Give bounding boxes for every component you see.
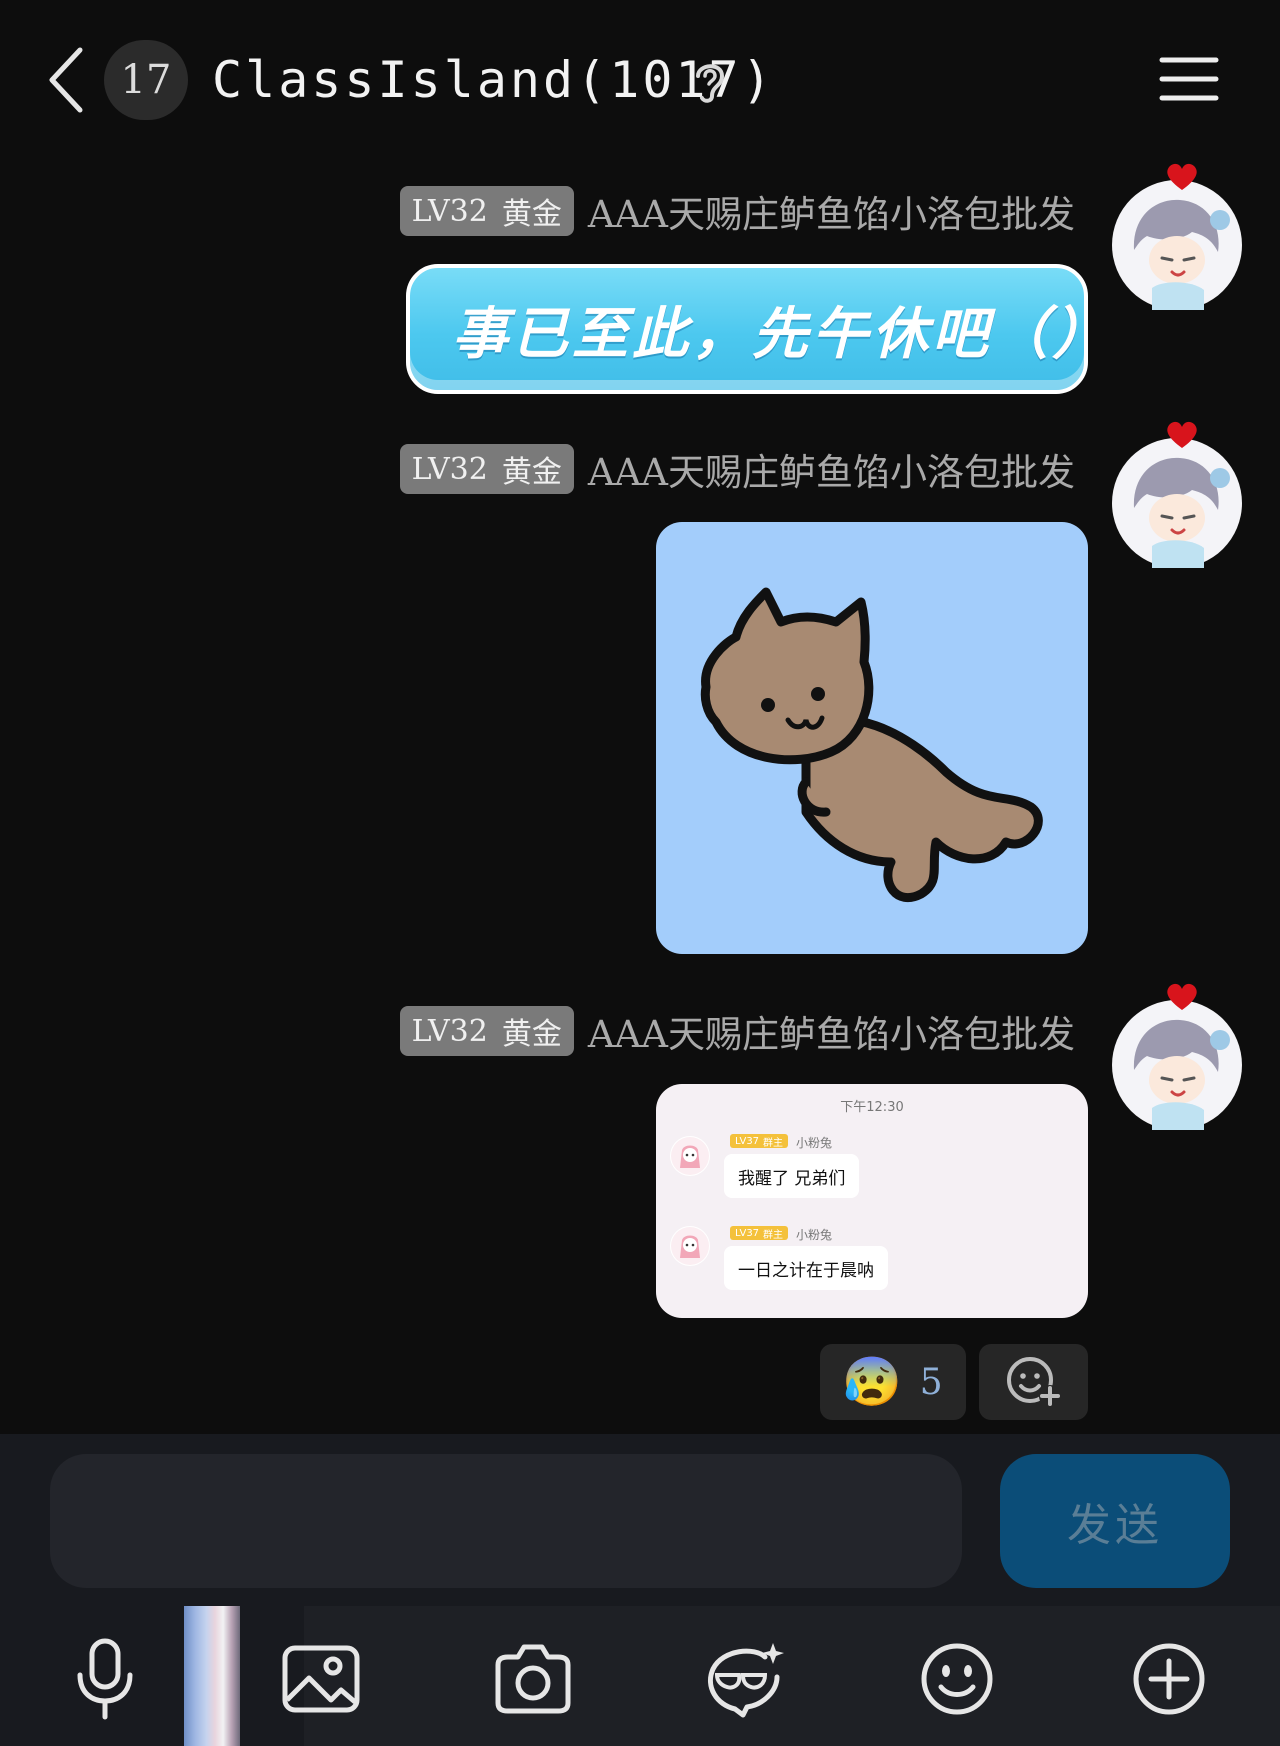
sender-avatar[interactable] — [1112, 983, 1242, 1130]
screenshot-tag-level: LV37 — [735, 1135, 760, 1147]
unread-count-badge[interactable]: 17 — [104, 40, 188, 120]
emoji-button[interactable] — [912, 1634, 1002, 1724]
screenshot-avatar — [670, 1226, 710, 1266]
level-badge: LV32 黄金 — [399, 1006, 574, 1056]
level-text: LV32 — [411, 1013, 488, 1049]
message-input[interactable] — [50, 1454, 962, 1588]
message-sender-line: LV32 黄金 AAA天赐庄鲈鱼馅小洛包批发 — [399, 1004, 1075, 1058]
heart-decoration-icon — [1167, 983, 1197, 1010]
add-reaction-button[interactable] — [979, 1344, 1088, 1420]
image-icon — [282, 1645, 360, 1713]
message-sender-line: LV32 黄金 AAA天赐庄鲈鱼馅小洛包批发 — [399, 184, 1075, 238]
screenshot-message-bubble: 我醒了 兄弟们 — [724, 1154, 860, 1198]
anxious-face-emoji: 😰 — [842, 1354, 902, 1410]
plus-icon — [1133, 1643, 1205, 1715]
input-area: 发送 — [0, 1434, 1280, 1746]
text-message-bubble[interactable]: 事已至此，先午休吧（） — [406, 264, 1112, 394]
screenshot-role-tag: LV37 群主 — [730, 1226, 789, 1241]
sticker-icon — [708, 1643, 784, 1718]
level-badge: LV32 黄金 — [399, 444, 574, 494]
sender-avatar[interactable] — [1112, 163, 1242, 310]
screenshot-sender-name: 小粉兔 — [796, 1228, 833, 1242]
reaction-count: 5 — [919, 1361, 943, 1403]
emoji-icon — [921, 1643, 993, 1715]
sender-name[interactable]: AAA天赐庄鲈鱼馅小洛包批发 — [588, 184, 1075, 238]
screenshot-tag-role: 群主 — [763, 1229, 784, 1241]
level-text: LV32 — [411, 193, 488, 229]
chevron-left-icon — [49, 47, 83, 113]
lying-cat-sticker-icon — [700, 587, 1043, 902]
anime-girl-avatar-icon — [1113, 1001, 1241, 1130]
menu-button[interactable] — [1158, 54, 1220, 104]
rank-text: 黄金 — [501, 455, 562, 490]
sticker-button[interactable] — [700, 1634, 790, 1724]
message-sender-line: LV32 黄金 AAA天赐庄鲈鱼馅小洛包批发 — [399, 442, 1075, 496]
camera-button[interactable] — [488, 1634, 578, 1724]
heart-decoration-icon — [1167, 163, 1197, 190]
plus-button[interactable] — [1124, 1634, 1214, 1724]
ear-icon[interactable] — [690, 56, 730, 106]
image-message[interactable]: 下午12:30 LV37 群主 小粉兔 我醒了 兄弟们 LV37 群主 小粉兔 … — [656, 1084, 1088, 1318]
anime-girl-avatar-icon — [1113, 439, 1241, 568]
level-text: LV32 — [411, 451, 488, 487]
emoji-reaction[interactable]: 😰 5 — [820, 1344, 966, 1420]
screenshot-role-tag: LV37 群主 — [730, 1134, 789, 1149]
screenshot-tag-role: 群主 — [763, 1137, 784, 1149]
image-button[interactable] — [276, 1634, 366, 1724]
chat-header: 17 ClassIsland(1017) — [0, 0, 1280, 150]
input-toolbar — [0, 1606, 1280, 1746]
heart-decoration-icon — [1167, 421, 1197, 448]
screenshot-sender-name: 小粉兔 — [796, 1136, 833, 1150]
rank-text: 黄金 — [501, 197, 562, 232]
screenshot-message-bubble: 一日之计在于晨呐 — [724, 1246, 888, 1290]
sender-name[interactable]: AAA天赐庄鲈鱼馅小洛包批发 — [588, 1004, 1075, 1058]
back-button[interactable] — [44, 42, 94, 118]
rank-text: 黄金 — [501, 1017, 562, 1052]
sender-avatar[interactable] — [1112, 421, 1242, 568]
add-reaction-icon — [1006, 1357, 1061, 1407]
camera-icon — [495, 1644, 571, 1714]
sticker-message[interactable] — [656, 522, 1088, 954]
hamburger-menu-icon — [1159, 57, 1219, 101]
screenshot-tag-level: LV37 — [735, 1227, 760, 1239]
sender-name[interactable]: AAA天赐庄鲈鱼馅小洛包批发 — [588, 442, 1075, 496]
send-button[interactable]: 发送 — [1000, 1454, 1230, 1588]
microphone-icon — [77, 1638, 133, 1720]
screenshot-timestamp: 下午12:30 — [840, 1100, 904, 1115]
level-badge: LV32 黄金 — [399, 186, 574, 236]
screenshot-avatar — [670, 1136, 710, 1176]
microphone-button[interactable] — [60, 1634, 150, 1724]
anime-girl-avatar-icon — [1113, 181, 1241, 310]
message-text: 事已至此，先午休吧（） — [452, 301, 1112, 367]
